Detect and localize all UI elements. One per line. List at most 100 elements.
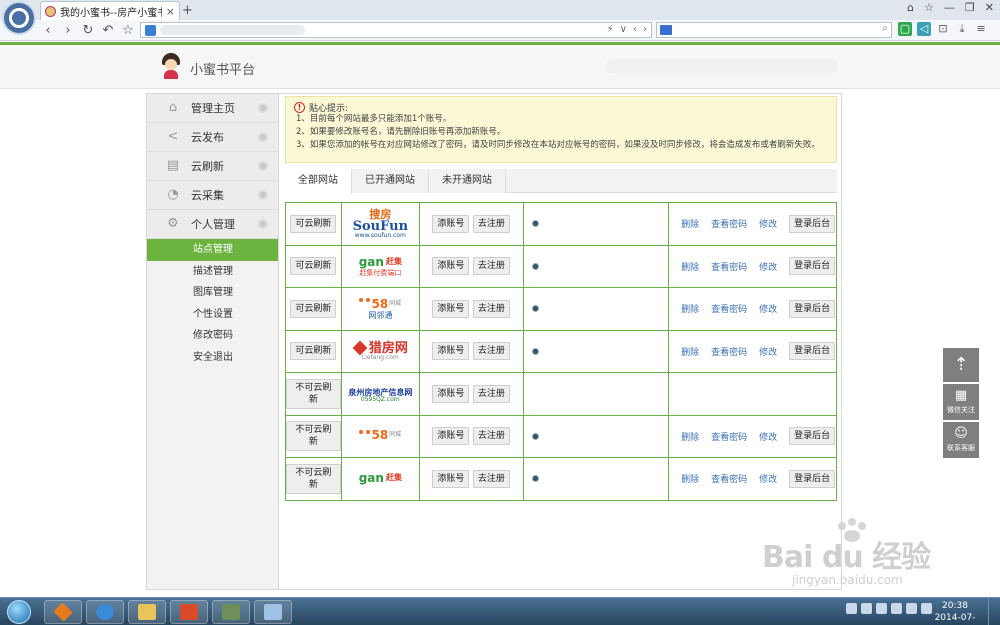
tray-app-icon[interactable]: [846, 603, 857, 614]
taskbar-browser-icon[interactable]: [86, 600, 124, 624]
dropdown-icon[interactable]: ∨: [620, 23, 627, 37]
edit-link[interactable]: 修改: [759, 302, 777, 315]
refresh-capability-button[interactable]: 可云刷新: [290, 257, 337, 276]
add-account-button[interactable]: 添账号: [432, 342, 470, 361]
view-password-link[interactable]: 查看密码: [711, 302, 747, 315]
58-logo[interactable]: 58 同城: [359, 429, 401, 441]
soufun-logo[interactable]: 搜房 SouFun www.soufun.com: [353, 209, 408, 239]
submenu-personal-settings[interactable]: 个性设置: [147, 304, 278, 326]
refresh-capability-button[interactable]: 不可云刷新: [286, 378, 341, 409]
ganji-logo[interactable]: gan 赶集 赶集付费端口: [359, 256, 402, 277]
new-tab-button[interactable]: +: [182, 3, 193, 18]
taskbar-explorer-icon[interactable]: [128, 600, 166, 624]
tab-opened-sites[interactable]: 已开通网站: [352, 169, 429, 193]
view-password-link[interactable]: 查看密码: [711, 430, 747, 443]
submenu-gallery-management[interactable]: 图库管理: [147, 282, 278, 304]
sidebar-item-home[interactable]: ⌂ 管理主页: [147, 94, 278, 123]
tray-flag-icon[interactable]: [891, 603, 902, 614]
home-icon[interactable]: ⌂: [907, 1, 914, 14]
view-password-link[interactable]: 查看密码: [711, 345, 747, 358]
quanzhou-logo[interactable]: 泉州房地产信息网 0595QZ.com: [348, 388, 412, 403]
ganji-logo[interactable]: gan 赶集: [359, 472, 402, 484]
expand-toggle-icon[interactable]: [258, 132, 268, 142]
edit-link[interactable]: 修改: [759, 472, 777, 485]
green-extension-icon[interactable]: ▢: [898, 22, 912, 36]
wechat-follow-button[interactable]: ▦ 微信关注: [943, 384, 979, 420]
tab-all-sites[interactable]: 全部网站: [285, 169, 352, 194]
search-input[interactable]: ⌕: [656, 22, 892, 38]
taskbar-clock[interactable]: 20:38 2014-07-06: [930, 600, 980, 625]
refresh-capability-button[interactable]: 可云刷新: [290, 342, 337, 361]
bookmark-icon[interactable]: ⊡: [936, 22, 950, 36]
login-backend-button[interactable]: 登录后台: [789, 427, 836, 446]
taskbar-app-diamond-icon[interactable]: [44, 600, 82, 624]
edit-link[interactable]: 修改: [759, 260, 777, 273]
minimize-button[interactable]: —: [944, 1, 955, 14]
submenu-description-management[interactable]: 描述管理: [147, 261, 278, 283]
register-button[interactable]: 去注册: [472, 469, 510, 488]
submenu-change-password[interactable]: 修改密码: [147, 325, 278, 347]
liefang-logo[interactable]: 猎房网 Liefang.com: [352, 340, 408, 361]
delete-link[interactable]: 删除: [681, 430, 699, 443]
tab-unopened-sites[interactable]: 未开通网站: [429, 169, 506, 193]
site-name[interactable]: 小蜜书平台: [190, 59, 255, 78]
submenu-logout[interactable]: 安全退出: [147, 347, 278, 369]
menu-icon[interactable]: ≡: [974, 22, 988, 36]
browser-logo-icon[interactable]: [2, 1, 36, 35]
skin-icon[interactable]: ☆: [924, 1, 934, 14]
sidebar-item-personal[interactable]: ⚙ 个人管理: [147, 210, 278, 239]
submenu-site-management[interactable]: 站点管理: [147, 239, 278, 261]
delete-link[interactable]: 删除: [681, 217, 699, 230]
tray-network-icon[interactable]: [906, 603, 917, 614]
taskbar-paint-icon[interactable]: [254, 600, 292, 624]
refresh-button[interactable]: ↻: [78, 23, 98, 38]
add-account-button[interactable]: 添账号: [432, 257, 470, 276]
refresh-capability-button[interactable]: 不可云刷新: [286, 421, 341, 452]
show-desktop-button[interactable]: [988, 598, 1000, 625]
sidebar-item-cloud-publish[interactable]: < 云发布: [147, 123, 278, 152]
url-input[interactable]: ⚡ ∨ ‹ ›: [140, 22, 652, 38]
start-button[interactable]: [2, 599, 36, 625]
delete-link[interactable]: 删除: [681, 345, 699, 358]
tab-close-icon[interactable]: ×: [166, 5, 179, 18]
taskbar-powerpoint-icon[interactable]: [170, 600, 208, 624]
tray-help-icon[interactable]: [861, 603, 872, 614]
register-button[interactable]: 去注册: [472, 427, 510, 446]
browser-tab[interactable]: 我的小蜜书--房产小蜜书内 ×: [40, 1, 180, 20]
view-password-link[interactable]: 查看密码: [711, 260, 747, 273]
delete-link[interactable]: 删除: [681, 472, 699, 485]
expand-toggle-icon[interactable]: [258, 103, 268, 113]
expand-toggle-icon[interactable]: [258, 219, 268, 229]
prev-icon[interactable]: ‹: [633, 23, 637, 37]
search-engine-icon[interactable]: [660, 25, 672, 35]
sidebar-item-cloud-refresh[interactable]: ▤ 云刷新: [147, 152, 278, 181]
delete-link[interactable]: 删除: [681, 302, 699, 315]
tray-arrow-icon[interactable]: [876, 603, 887, 614]
edit-link[interactable]: 修改: [759, 217, 777, 230]
search-icon[interactable]: ⌕: [882, 23, 888, 34]
add-account-button[interactable]: 添账号: [432, 214, 470, 233]
download-icon[interactable]: ⤓: [955, 22, 969, 36]
expand-toggle-icon[interactable]: [258, 161, 268, 171]
register-button[interactable]: 去注册: [472, 257, 510, 276]
maximize-button[interactable]: ❐: [965, 1, 975, 14]
view-password-link[interactable]: 查看密码: [711, 217, 747, 230]
back-button[interactable]: ‹: [38, 23, 58, 38]
refresh-capability-button[interactable]: 不可云刷新: [286, 463, 341, 494]
58-logo[interactable]: 58 同城 网邻通: [359, 298, 401, 320]
add-account-button[interactable]: 添账号: [432, 299, 470, 318]
refresh-capability-button[interactable]: 可云刷新: [290, 214, 337, 233]
favorite-button[interactable]: ☆: [118, 23, 138, 38]
forward-button[interactable]: ›: [58, 23, 78, 38]
next-icon[interactable]: ›: [643, 23, 647, 37]
register-button[interactable]: 去注册: [472, 342, 510, 361]
register-button[interactable]: 去注册: [472, 384, 510, 403]
girl-avatar-logo-icon[interactable]: [160, 53, 182, 79]
login-backend-button[interactable]: 登录后台: [789, 214, 836, 233]
login-backend-button[interactable]: 登录后台: [789, 342, 836, 361]
sidebar-item-cloud-collect[interactable]: ◔ 云采集: [147, 181, 278, 210]
expand-toggle-icon[interactable]: [258, 190, 268, 200]
add-account-button[interactable]: 添账号: [432, 384, 470, 403]
close-window-button[interactable]: ✕: [985, 1, 994, 14]
edit-link[interactable]: 修改: [759, 345, 777, 358]
